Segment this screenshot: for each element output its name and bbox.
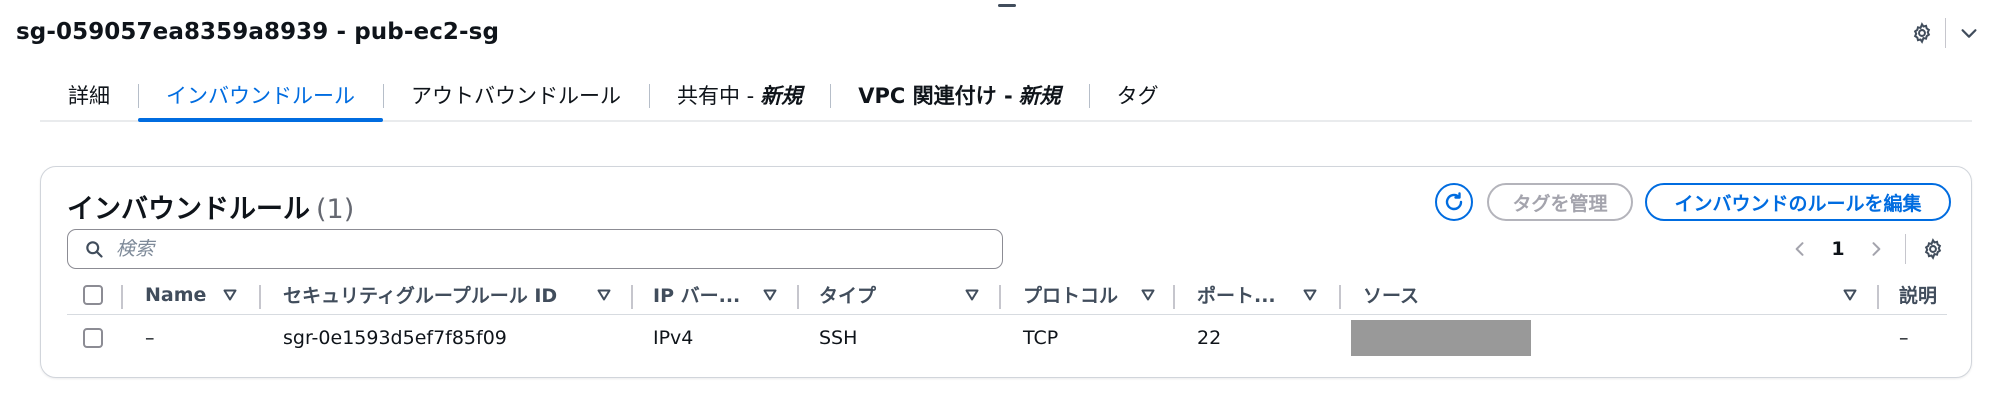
row-select-cell (83, 315, 103, 361)
table-row[interactable]: – sgr-0e1593d5ef7f85f09 IPv4 SSH TCP 22 … (67, 315, 1947, 361)
column-divider[interactable] (631, 285, 633, 309)
page-number[interactable]: 1 (1819, 238, 1857, 260)
select-all-checkbox[interactable] (83, 284, 103, 305)
tab-inbound-rules[interactable]: インバウンドルール (138, 70, 383, 122)
caret-down-icon[interactable] (965, 275, 979, 314)
search-field[interactable] (67, 229, 1003, 269)
column-header-source[interactable]: ソース (1363, 275, 1419, 314)
cell-protocol: TCP (1023, 327, 1059, 349)
column-header-name[interactable]: Name (145, 275, 206, 314)
column-header-ip-version[interactable]: IP バー... (653, 275, 740, 314)
chevron-left-icon[interactable] (1781, 231, 1819, 267)
chevron-right-icon[interactable] (1857, 231, 1895, 267)
cell-ip-version: IPv4 (653, 327, 694, 349)
tab-label: 詳細 (68, 84, 110, 108)
chevron-down-icon[interactable] (1952, 16, 1986, 50)
rule-count: (1) (316, 194, 355, 225)
redacted-source (1351, 320, 1531, 356)
column-header-port[interactable]: ポート... (1197, 275, 1276, 314)
header-actions (1905, 16, 1986, 50)
page-header: sg-059057ea8359a8939 - pub-ec2-sg (16, 14, 499, 50)
new-badge: 新規 (760, 84, 803, 108)
tab-vpc-associations[interactable]: VPC 関連付け - 新規 (830, 70, 1088, 120)
panel-drag-handle[interactable] (998, 4, 1016, 7)
rules-table: Name セキュリティグループルール ID IP バー... タイプ プロトコル… (67, 275, 1947, 361)
caret-down-icon[interactable] (763, 275, 777, 314)
page-title: sg-059057ea8359a8939 - pub-ec2-sg (16, 19, 500, 45)
column-header-rule-id[interactable]: セキュリティグループルール ID (283, 275, 557, 314)
column-divider[interactable] (1339, 285, 1341, 309)
cell-type: SSH (819, 327, 858, 349)
cell-port: 22 (1197, 327, 1222, 349)
tab-bar: 詳細 インバウンドルール アウトバウンドルール 共有中 - 新規 VPC 関連付け… (40, 70, 1972, 122)
manage-tags-button[interactable]: タグを管理 (1487, 183, 1633, 221)
refresh-icon (1445, 192, 1463, 211)
tab-tags[interactable]: タグ (1088, 70, 1187, 120)
new-badge: 新規 (1018, 84, 1061, 108)
column-divider[interactable] (1877, 285, 1879, 309)
gear-icon[interactable] (1905, 16, 1939, 50)
tab-label: 共有中 - (677, 84, 755, 108)
column-divider[interactable] (259, 285, 261, 309)
tab-label: タグ (1116, 84, 1159, 108)
divider (1945, 18, 1946, 48)
column-divider[interactable] (999, 285, 1001, 309)
tab-outbound-rules[interactable]: アウトバウンドルール (383, 70, 649, 120)
refresh-button[interactable] (1435, 183, 1473, 221)
tab-label: アウトバウンドルール (411, 84, 621, 108)
gear-icon[interactable] (1914, 231, 1952, 267)
table-header: Name セキュリティグループルール ID IP バー... タイプ プロトコル… (67, 275, 1947, 315)
tab-label: インバウンドルール (166, 84, 355, 108)
edit-inbound-rules-button[interactable]: インバウンドのルールを編集 (1645, 183, 1951, 221)
caret-down-icon[interactable] (1141, 275, 1155, 314)
select-all-cell (83, 275, 103, 314)
panel-title: インバウンドルール (1) (67, 187, 354, 226)
inbound-rules-panel: インバウンドルール(1) タグを管理 インバウンドのルールを編集 1 Name … (40, 166, 1972, 378)
tab-details[interactable]: 詳細 (40, 70, 138, 120)
column-header-type[interactable]: タイプ (819, 275, 876, 314)
search-input[interactable] (116, 238, 916, 260)
column-divider[interactable] (797, 285, 799, 309)
tab-sharing[interactable]: 共有中 - 新規 (649, 70, 830, 120)
cell-rule-id: sgr-0e1593d5ef7f85f09 (283, 327, 507, 349)
divider (1905, 234, 1906, 264)
cell-name: – (145, 327, 155, 349)
cell-source (1351, 315, 1531, 361)
column-divider[interactable] (1173, 285, 1175, 309)
caret-down-icon[interactable] (597, 275, 611, 314)
cell-description: – (1899, 327, 1909, 349)
column-divider[interactable] (121, 285, 123, 309)
search-icon (86, 241, 103, 258)
column-header-protocol[interactable]: プロトコル (1023, 275, 1118, 314)
caret-down-icon[interactable] (1303, 275, 1317, 314)
caret-down-icon[interactable] (223, 275, 237, 314)
tab-label: VPC 関連付け - (858, 84, 1013, 108)
caret-down-icon[interactable] (1843, 275, 1857, 314)
panel-title-text: インバウンドルール (67, 194, 310, 225)
pagination: 1 (1781, 231, 1952, 267)
column-header-description[interactable]: 説明 (1899, 275, 1937, 314)
row-checkbox[interactable] (83, 328, 103, 348)
